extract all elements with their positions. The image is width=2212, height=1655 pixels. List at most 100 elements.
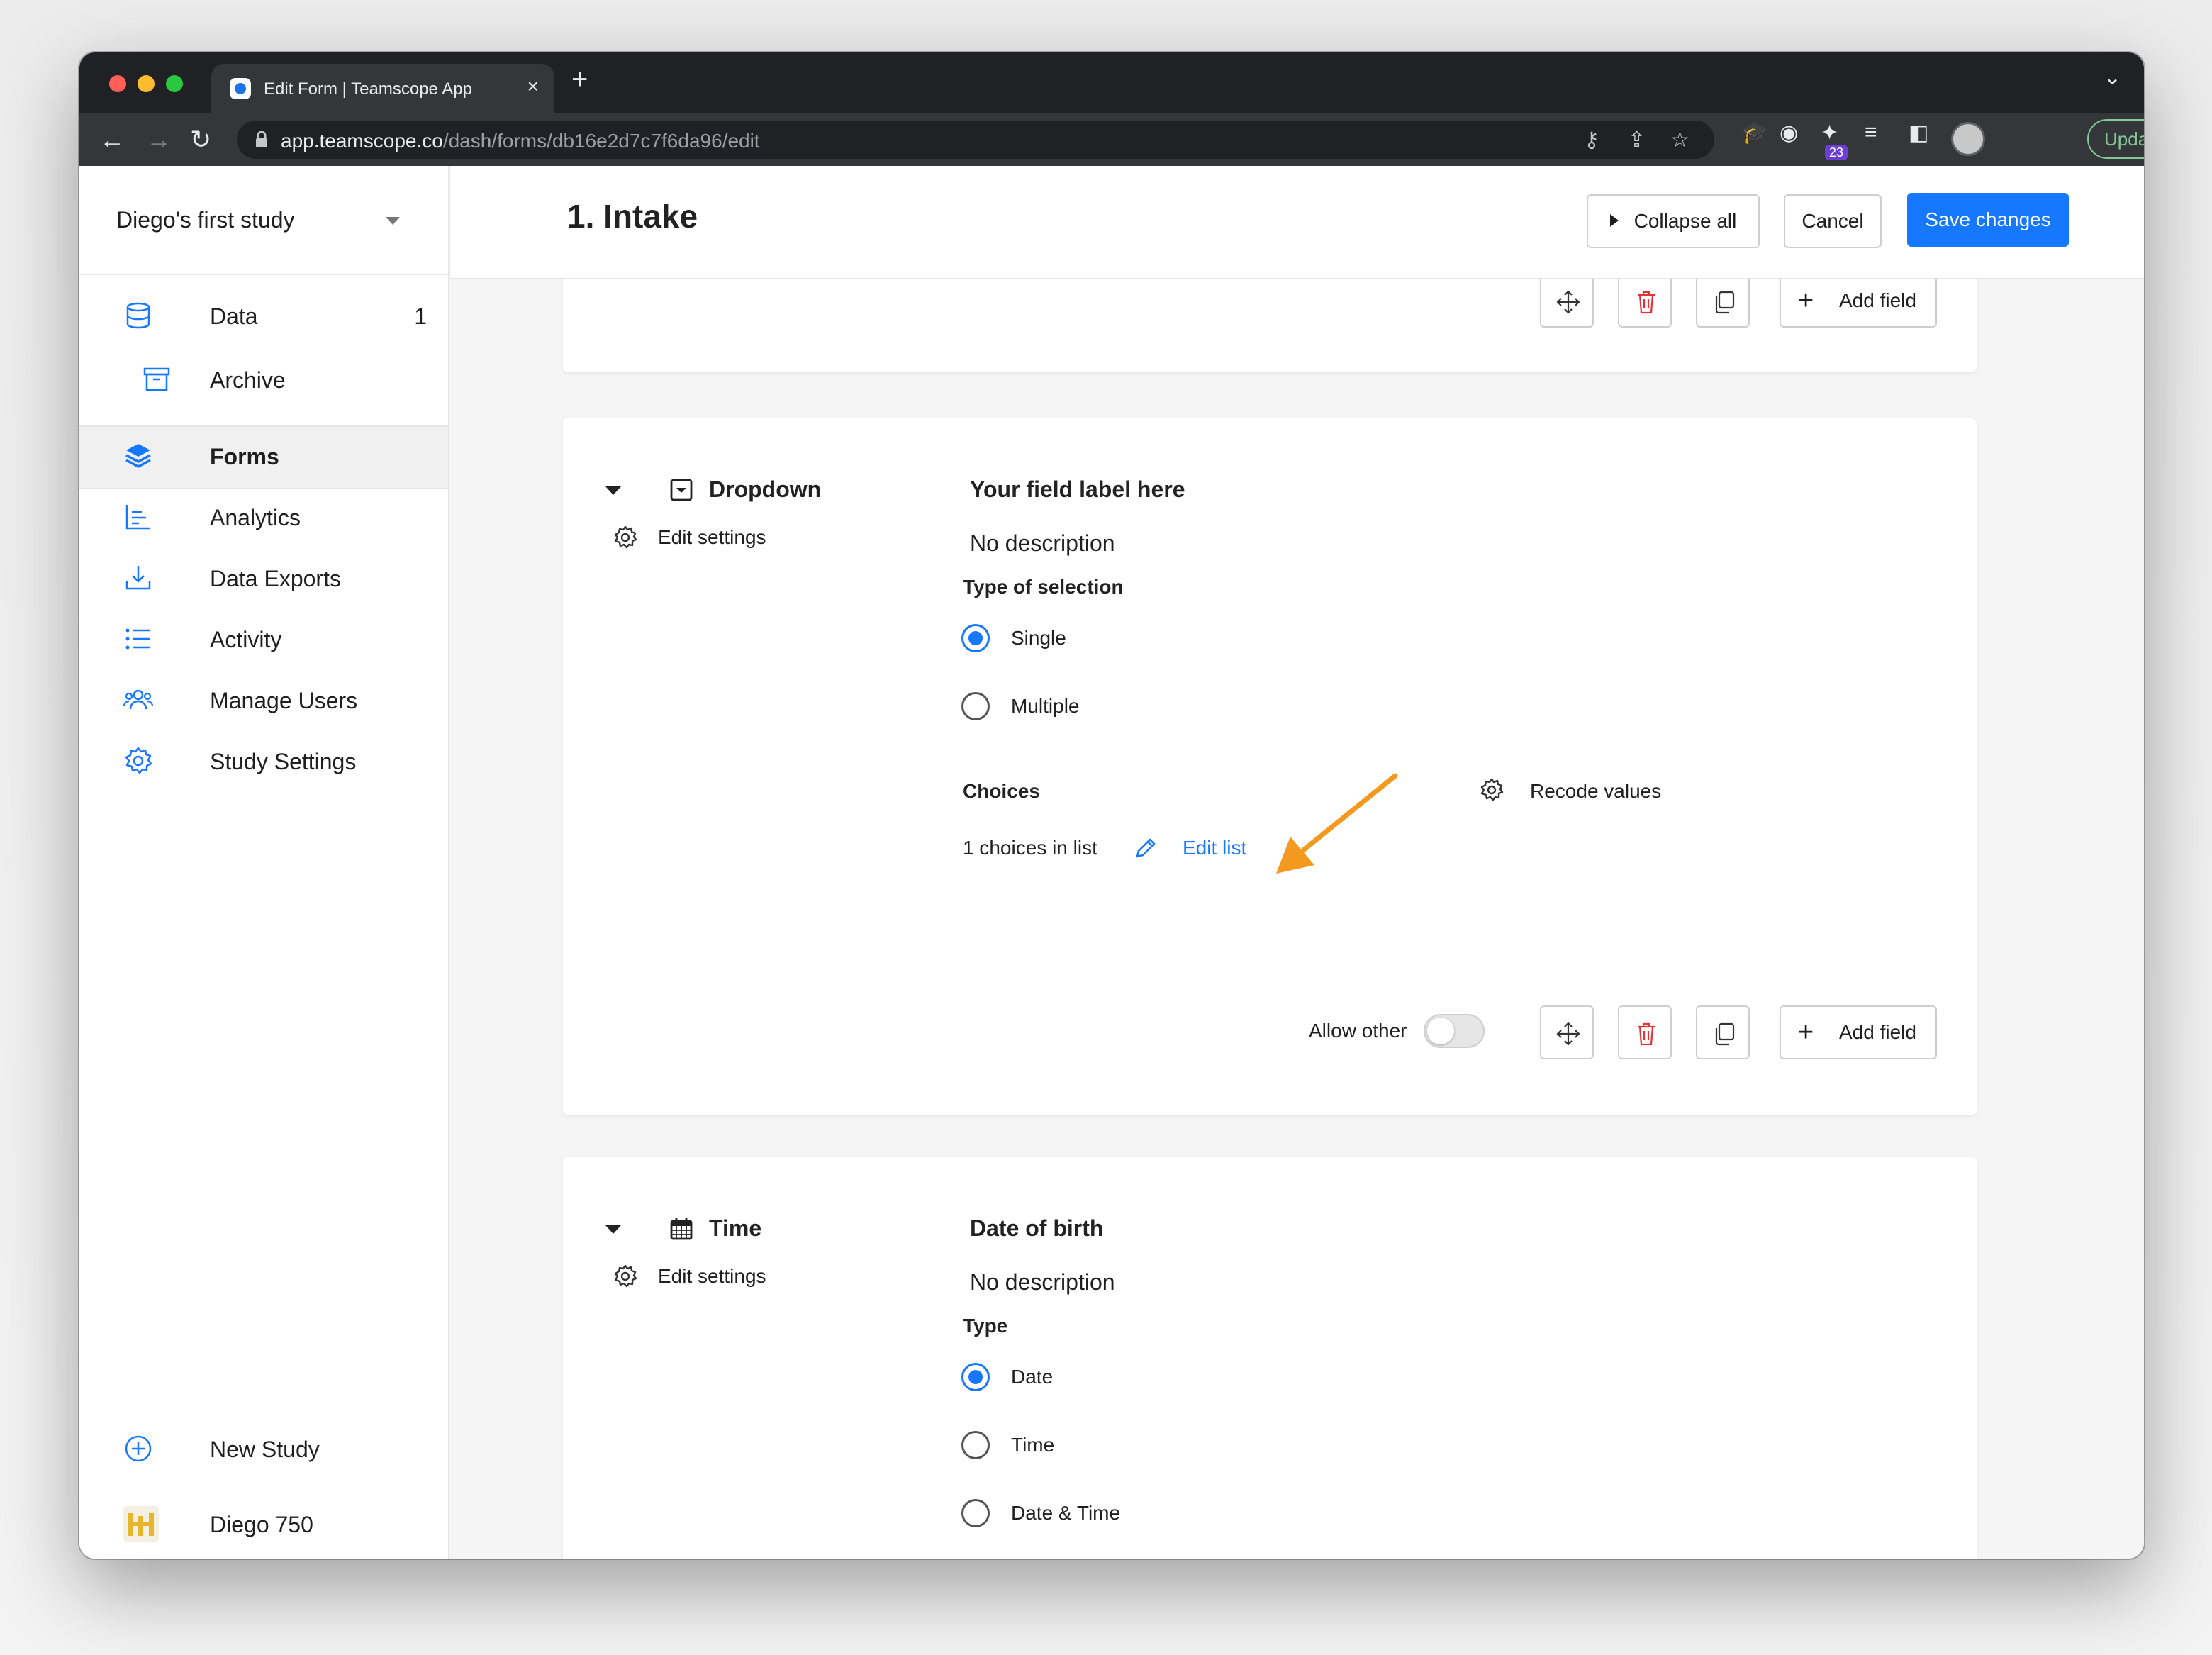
radio-date-time[interactable] bbox=[961, 1499, 990, 1527]
add-field-button[interactable]: + Add field bbox=[1780, 1005, 1937, 1059]
database-icon bbox=[126, 302, 150, 329]
new-study-label: New Study bbox=[210, 1437, 320, 1462]
user-menu[interactable]: Diego 750 bbox=[79, 1495, 448, 1553]
minimize-window-button[interactable] bbox=[138, 75, 155, 92]
collapse-all-button[interactable]: Collapse all bbox=[1587, 194, 1760, 248]
extension-ghost-icon[interactable]: ◉ bbox=[1780, 121, 1798, 145]
address-bar[interactable]: app.teamscope.co/dash/forms/db16e2d7c7f6… bbox=[237, 121, 1714, 159]
radio-single-label[interactable]: Single bbox=[1011, 627, 1066, 650]
forward-arrow-icon[interactable]: → bbox=[146, 121, 172, 159]
sidebar-divider bbox=[79, 274, 448, 275]
chart-icon bbox=[125, 505, 150, 530]
profile-avatar[interactable] bbox=[1951, 122, 1985, 156]
sidebar-item-label: Analytics bbox=[210, 505, 301, 530]
delete-field-button[interactable] bbox=[1618, 279, 1672, 328]
collapse-caret-icon[interactable] bbox=[605, 486, 621, 495]
sidebar-item-forms[interactable]: Forms bbox=[79, 427, 448, 488]
study-select[interactable]: Diego's first study bbox=[116, 207, 295, 233]
sidebar-item-data-exports[interactable]: Data Exports bbox=[79, 549, 448, 607]
edit-settings-link[interactable]: Edit settings bbox=[658, 1265, 766, 1288]
close-window-button[interactable] bbox=[109, 75, 126, 92]
sidebar-item-study-settings[interactable]: Study Settings bbox=[79, 732, 448, 790]
field-label[interactable]: Your field label here bbox=[970, 477, 1185, 503]
allow-other-label: Allow other bbox=[1309, 1020, 1407, 1042]
field-type-name: Dropdown bbox=[709, 477, 822, 502]
radio-time[interactable] bbox=[961, 1431, 990, 1459]
move-field-button[interactable] bbox=[1540, 279, 1594, 328]
radio-time-label[interactable]: Time bbox=[1011, 1434, 1054, 1456]
recode-values-link[interactable]: Recode values bbox=[1530, 780, 1661, 803]
download-icon bbox=[125, 566, 151, 590]
sidebar-item-label: Data bbox=[210, 303, 258, 329]
bookmark-star-icon[interactable]: ☆ bbox=[1670, 128, 1689, 152]
radio-single[interactable] bbox=[961, 624, 990, 652]
duplicate-field-button[interactable] bbox=[1696, 1005, 1750, 1059]
url-path: /dash/forms/db16e2d7c7f6da96/edit bbox=[442, 130, 760, 152]
sidebar: Diego's first study Data 1 Archive Forms… bbox=[79, 166, 449, 1559]
field-type-name: Time bbox=[709, 1215, 762, 1241]
media-control-icon[interactable]: ≡ bbox=[1865, 121, 1877, 145]
field-description[interactable]: No description bbox=[970, 1269, 1115, 1295]
reload-icon[interactable]: ↻ bbox=[190, 121, 211, 159]
pencil-icon[interactable] bbox=[1133, 835, 1158, 861]
sidebar-item-analytics[interactable]: Analytics bbox=[79, 488, 448, 546]
new-study-button[interactable]: New Study bbox=[79, 1420, 448, 1478]
back-arrow-icon[interactable]: ← bbox=[99, 121, 125, 159]
teamscope-favicon-icon bbox=[230, 78, 251, 99]
save-changes-button[interactable]: Save changes bbox=[1907, 193, 2069, 247]
form-editor-content[interactable]: + Add field Dropdown Edit settings Your … bbox=[451, 279, 2144, 1559]
sidebar-item-label: Forms bbox=[210, 444, 279, 469]
radio-date-label[interactable]: Date bbox=[1011, 1366, 1053, 1388]
cancel-button[interactable]: Cancel bbox=[1784, 194, 1882, 248]
update-button[interactable]: Update⋮ bbox=[2087, 119, 2144, 159]
url-text: app.teamscope.co/dash/forms/db16e2d7c7f6… bbox=[281, 130, 760, 152]
radio-multiple[interactable] bbox=[961, 692, 990, 720]
add-field-label: Add field bbox=[1839, 1021, 1916, 1043]
gear-icon bbox=[1480, 778, 1504, 801]
page-header: 1. Intake Collapse all Cancel Save chang… bbox=[451, 166, 2144, 279]
field-card-time: Time Edit settings Date of birth No desc… bbox=[563, 1157, 1977, 1559]
extensions-puzzle-icon[interactable]: ✦ bbox=[1821, 121, 1838, 145]
edit-list-link[interactable]: Edit list bbox=[1183, 837, 1246, 859]
radio-date-time-label[interactable]: Date & Time bbox=[1011, 1502, 1120, 1525]
sidebar-item-manage-users[interactable]: Manage Users bbox=[79, 671, 448, 729]
radio-date[interactable] bbox=[961, 1363, 990, 1391]
allow-other-toggle[interactable] bbox=[1424, 1014, 1485, 1048]
add-field-button[interactable]: + Add field bbox=[1780, 279, 1937, 328]
lock-icon bbox=[256, 131, 267, 147]
side-panel-icon[interactable]: ◧ bbox=[1909, 121, 1928, 145]
sidebar-item-archive[interactable]: Archive bbox=[79, 350, 448, 408]
page-title: 1. Intake bbox=[567, 198, 698, 235]
new-tab-plus-icon[interactable]: + bbox=[571, 65, 588, 94]
sidebar-item-label: Archive bbox=[210, 367, 286, 393]
time-type-title: Type bbox=[963, 1315, 1008, 1337]
field-label[interactable]: Date of birth bbox=[970, 1215, 1103, 1242]
radio-multiple-label[interactable]: Multiple bbox=[1011, 695, 1079, 718]
field-description[interactable]: No description bbox=[970, 530, 1115, 557]
sidebar-item-activity[interactable]: Activity bbox=[79, 610, 448, 668]
chevron-down-icon[interactable] bbox=[386, 217, 400, 225]
plus-icon: + bbox=[1798, 286, 1814, 316]
tab-close-icon[interactable]: × bbox=[527, 77, 539, 96]
sidebar-item-label: Data Exports bbox=[210, 566, 341, 591]
choices-title: Choices bbox=[963, 780, 1040, 802]
selection-type-title: Type of selection bbox=[963, 576, 1124, 598]
sidebar-item-data[interactable]: Data 1 bbox=[79, 286, 448, 345]
users-icon bbox=[123, 689, 153, 710]
delete-field-button[interactable] bbox=[1618, 1005, 1672, 1059]
collapse-caret-icon[interactable] bbox=[605, 1225, 621, 1234]
archive-icon bbox=[143, 367, 170, 391]
edit-settings-link[interactable]: Edit settings bbox=[658, 526, 766, 549]
share-icon[interactable]: ⇪ bbox=[1628, 128, 1646, 152]
user-name: Diego 750 bbox=[210, 1512, 313, 1537]
duplicate-field-button[interactable] bbox=[1696, 279, 1750, 328]
extension-graduation-icon[interactable]: 🎓 bbox=[1741, 121, 1767, 145]
browser-tab[interactable]: Edit Form | Teamscope App × bbox=[211, 64, 554, 113]
choices-count: 1 choices in list bbox=[963, 837, 1097, 859]
browser-toolbar: ← → ↻ app.teamscope.co/dash/forms/db16e2… bbox=[79, 113, 2144, 166]
move-field-button[interactable] bbox=[1540, 1005, 1594, 1059]
maximize-window-button[interactable] bbox=[166, 75, 183, 92]
key-icon[interactable]: ⚷ bbox=[1584, 128, 1599, 152]
tab-search-chevron-icon[interactable]: ⌄ bbox=[2104, 65, 2121, 90]
plus-circle-icon bbox=[125, 1435, 152, 1462]
